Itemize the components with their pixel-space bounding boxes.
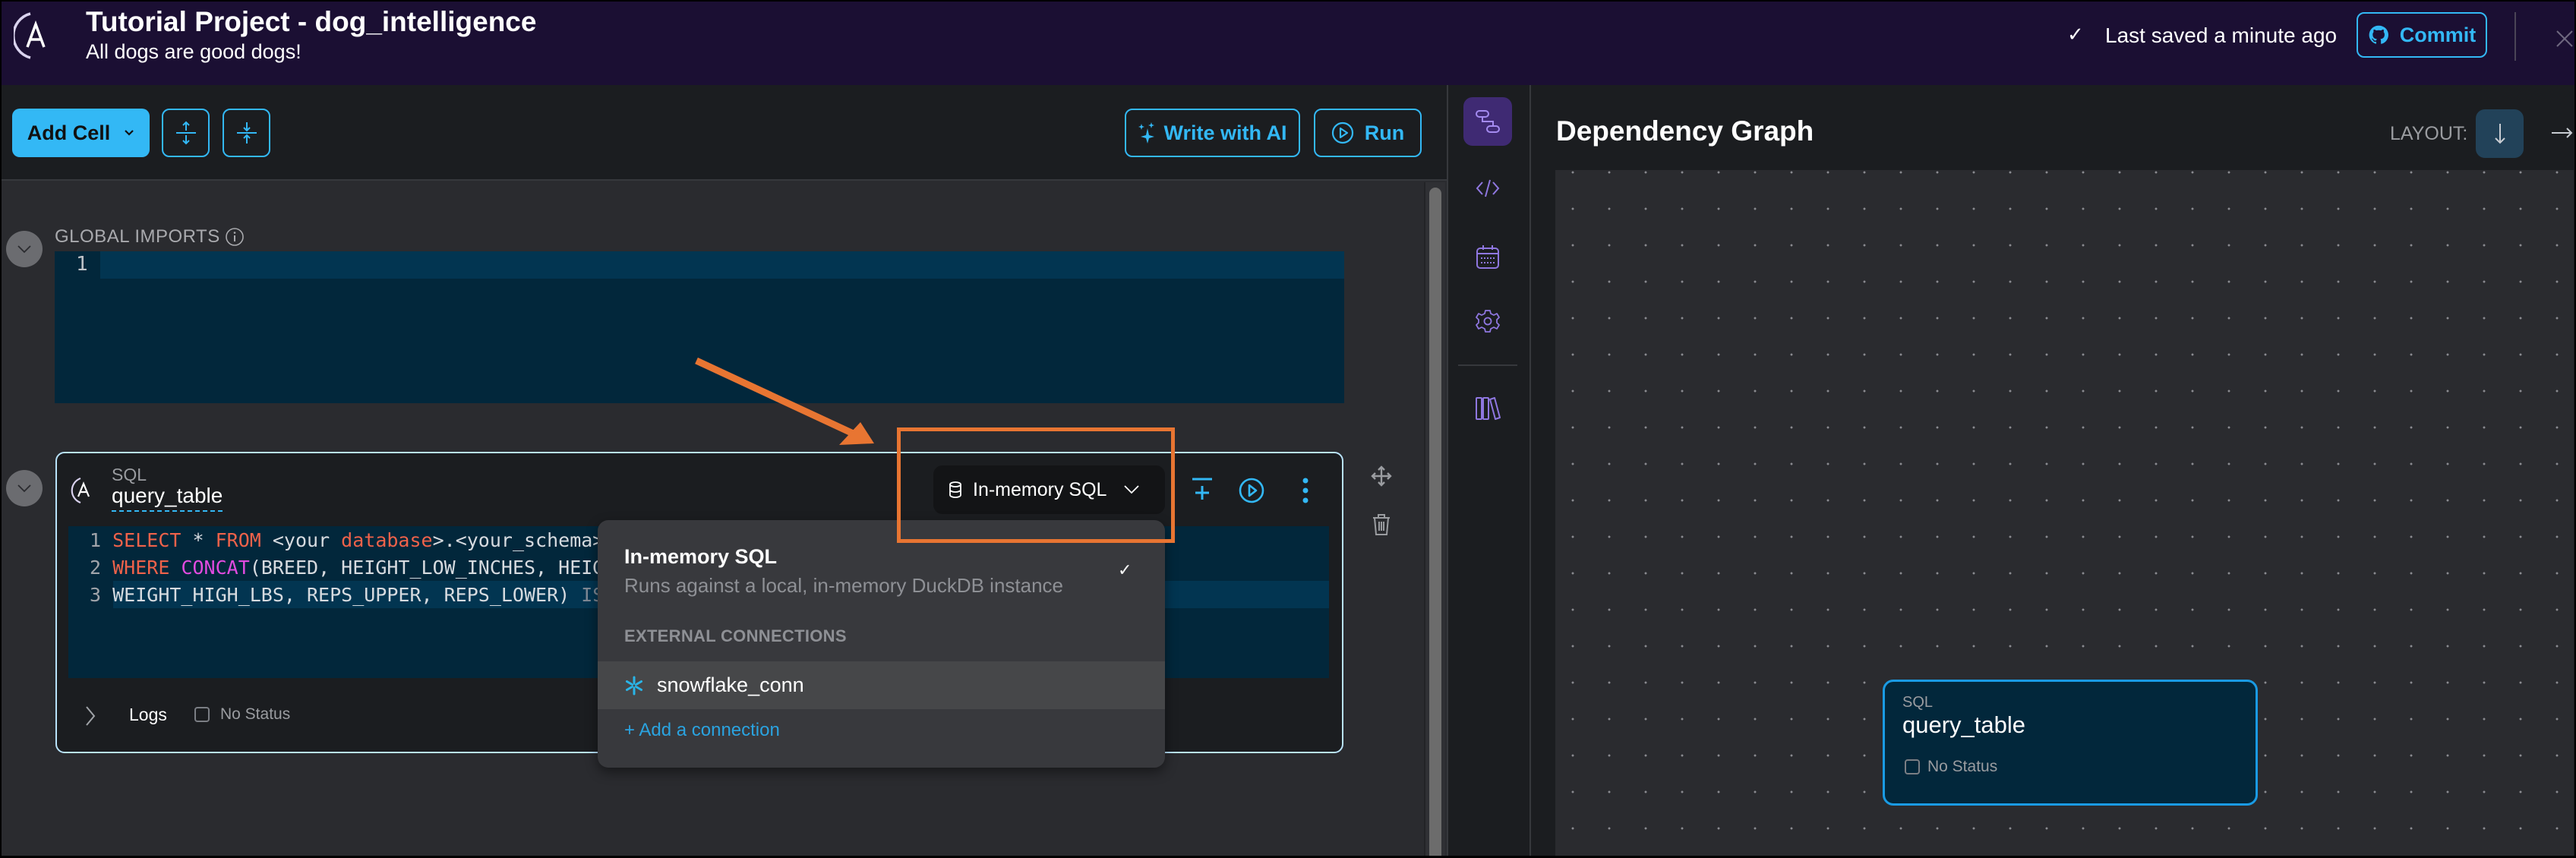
sidebar-item-schedule[interactable] bbox=[1463, 232, 1512, 281]
line-number: 3 bbox=[90, 584, 102, 606]
code-token: >.<your_schema>. bbox=[432, 529, 616, 551]
delete-cell-icon[interactable] bbox=[1372, 513, 1391, 536]
logs-toggle[interactable]: Logs bbox=[129, 705, 167, 725]
chevron-down-icon bbox=[17, 245, 31, 254]
code-token: WHERE bbox=[112, 557, 170, 579]
node-status: No Status bbox=[1927, 758, 1998, 775]
external-connections-heading: EXTERNAL CONNECTIONS bbox=[624, 626, 847, 645]
code-token: CONCAT bbox=[181, 557, 250, 579]
sidebar-item-settings[interactable] bbox=[1463, 297, 1512, 345]
status-checkbox bbox=[194, 707, 210, 722]
line-number: 2 bbox=[90, 557, 102, 579]
code-tokens: WHERE CONCAT(BREED, HEIGHT_LOW_INCHES, H… bbox=[112, 557, 615, 579]
cell-name-input[interactable]: query_table bbox=[112, 484, 223, 512]
active-line-highlight bbox=[100, 251, 1344, 279]
run-cell-icon[interactable] bbox=[1238, 477, 1265, 504]
collapse-cell-button[interactable] bbox=[6, 470, 43, 506]
sidebar-item-dependency-graph[interactable] bbox=[1463, 97, 1512, 146]
menu-option-title: In-memory SQL bbox=[624, 545, 778, 568]
expand-all-button[interactable] bbox=[162, 109, 210, 157]
annotation-arrow bbox=[695, 357, 874, 445]
code-token: SELECT bbox=[112, 529, 182, 551]
cell-type-label: SQL bbox=[112, 465, 147, 484]
add-connection-link[interactable]: + Add a connection bbox=[624, 720, 780, 741]
app-logo-icon bbox=[14, 12, 46, 59]
code-token: * bbox=[181, 529, 216, 551]
menu-option-label: snowflake_conn bbox=[657, 673, 804, 696]
layout-label: LAYOUT: bbox=[2390, 123, 2468, 144]
annotation-highlight-box bbox=[897, 427, 1175, 543]
collapse-global-imports-button[interactable] bbox=[6, 231, 43, 267]
run-all-button[interactable]: Run bbox=[1314, 109, 1422, 157]
write-with-ai-label: Write with AI bbox=[1163, 121, 1287, 144]
library-icon bbox=[1476, 397, 1501, 420]
chevron-right-icon[interactable] bbox=[84, 705, 97, 727]
global-imports-label: GLOBAL IMPORTS bbox=[55, 226, 220, 247]
check-icon: ✓ bbox=[1118, 560, 1132, 579]
collapse-all-button[interactable] bbox=[223, 109, 270, 157]
code-token: WEIGHT_HIGH_LBS, REPS_UPPER, REPS_LOWER) bbox=[112, 584, 582, 606]
project-title: Tutorial Project - dog_intelligence bbox=[86, 6, 537, 37]
chevron-down-icon bbox=[17, 484, 31, 493]
layout-vertical-button[interactable] bbox=[2476, 109, 2524, 158]
code-tokens: SELECT * FROM <your database>.<your_sche… bbox=[112, 529, 615, 551]
node-name: query_table bbox=[1902, 711, 2026, 738]
code-tokens: WEIGHT_HIGH_LBS, REPS_UPPER, REPS_LOWER)… bbox=[112, 584, 604, 606]
cell-logo-icon bbox=[71, 477, 90, 504]
graph-node[interactable] bbox=[1883, 680, 2258, 806]
github-icon bbox=[2369, 25, 2388, 44]
scrollbar-thumb[interactable] bbox=[1429, 188, 1441, 856]
info-icon[interactable] bbox=[225, 227, 245, 247]
gear-icon bbox=[1476, 310, 1500, 333]
close-icon[interactable] bbox=[2555, 29, 2574, 49]
collapse-vertical-icon bbox=[236, 122, 257, 144]
add-cell-button[interactable]: Add Cell bbox=[12, 109, 150, 157]
play-circle-icon bbox=[1331, 121, 1353, 144]
chevron-down-icon bbox=[125, 130, 134, 136]
menu-option-description: Runs against a local, in-memory DuckDB i… bbox=[624, 574, 1064, 597]
graph-icon bbox=[1476, 110, 1500, 133]
more-options-icon[interactable] bbox=[1300, 477, 1311, 504]
sidebar-item-library[interactable] bbox=[1463, 384, 1512, 433]
write-with-ai-button[interactable]: Write with AI bbox=[1125, 109, 1300, 157]
code-token: FROM bbox=[215, 529, 261, 551]
expand-vertical-icon bbox=[175, 121, 196, 145]
code-line: 1 SELECT * FROM <your database>.<your_sc… bbox=[90, 527, 615, 554]
check-icon: ✓ bbox=[2067, 23, 2084, 46]
code-token: (BREED, HEIGHT_LOW_INCHES, HEIGH bbox=[249, 557, 616, 579]
save-status: Last saved a minute ago bbox=[2105, 24, 2338, 47]
drag-move-icon[interactable] bbox=[1371, 465, 1392, 487]
code-token: <your bbox=[260, 529, 342, 551]
code-icon bbox=[1476, 179, 1500, 197]
snowflake-icon bbox=[626, 676, 642, 696]
sidebar-item-code[interactable] bbox=[1463, 164, 1512, 213]
code-line: 2 WHERE CONCAT(BREED, HEIGHT_LOW_INCHES,… bbox=[90, 554, 615, 582]
commit-label: Commit bbox=[2399, 23, 2477, 46]
line-number: 1 bbox=[76, 253, 88, 276]
add-cell-label: Add Cell bbox=[27, 121, 111, 144]
panel-title: Dependency Graph bbox=[1556, 115, 1814, 147]
run-label: Run bbox=[1364, 121, 1405, 144]
code-line: 3 WEIGHT_HIGH_LBS, REPS_UPPER, REPS_LOWE… bbox=[90, 582, 604, 609]
status-text: No Status bbox=[220, 705, 291, 723]
line-number: 1 bbox=[90, 529, 102, 551]
node-type-label: SQL bbox=[1902, 694, 1934, 711]
arrow-down-icon bbox=[2494, 124, 2505, 144]
code-token: database bbox=[341, 529, 433, 551]
calendar-icon bbox=[1476, 245, 1499, 269]
status-checkbox bbox=[1905, 759, 1920, 774]
insert-cell-icon[interactable] bbox=[1191, 477, 1214, 503]
header-divider bbox=[2514, 12, 2516, 61]
sidebar-divider bbox=[1458, 364, 1517, 366]
sparkle-icon bbox=[1138, 122, 1154, 144]
project-subtitle: All dogs are good dogs! bbox=[86, 40, 301, 63]
commit-button[interactable]: Commit bbox=[2357, 12, 2487, 58]
arrow-right-icon[interactable] bbox=[2550, 121, 2574, 144]
